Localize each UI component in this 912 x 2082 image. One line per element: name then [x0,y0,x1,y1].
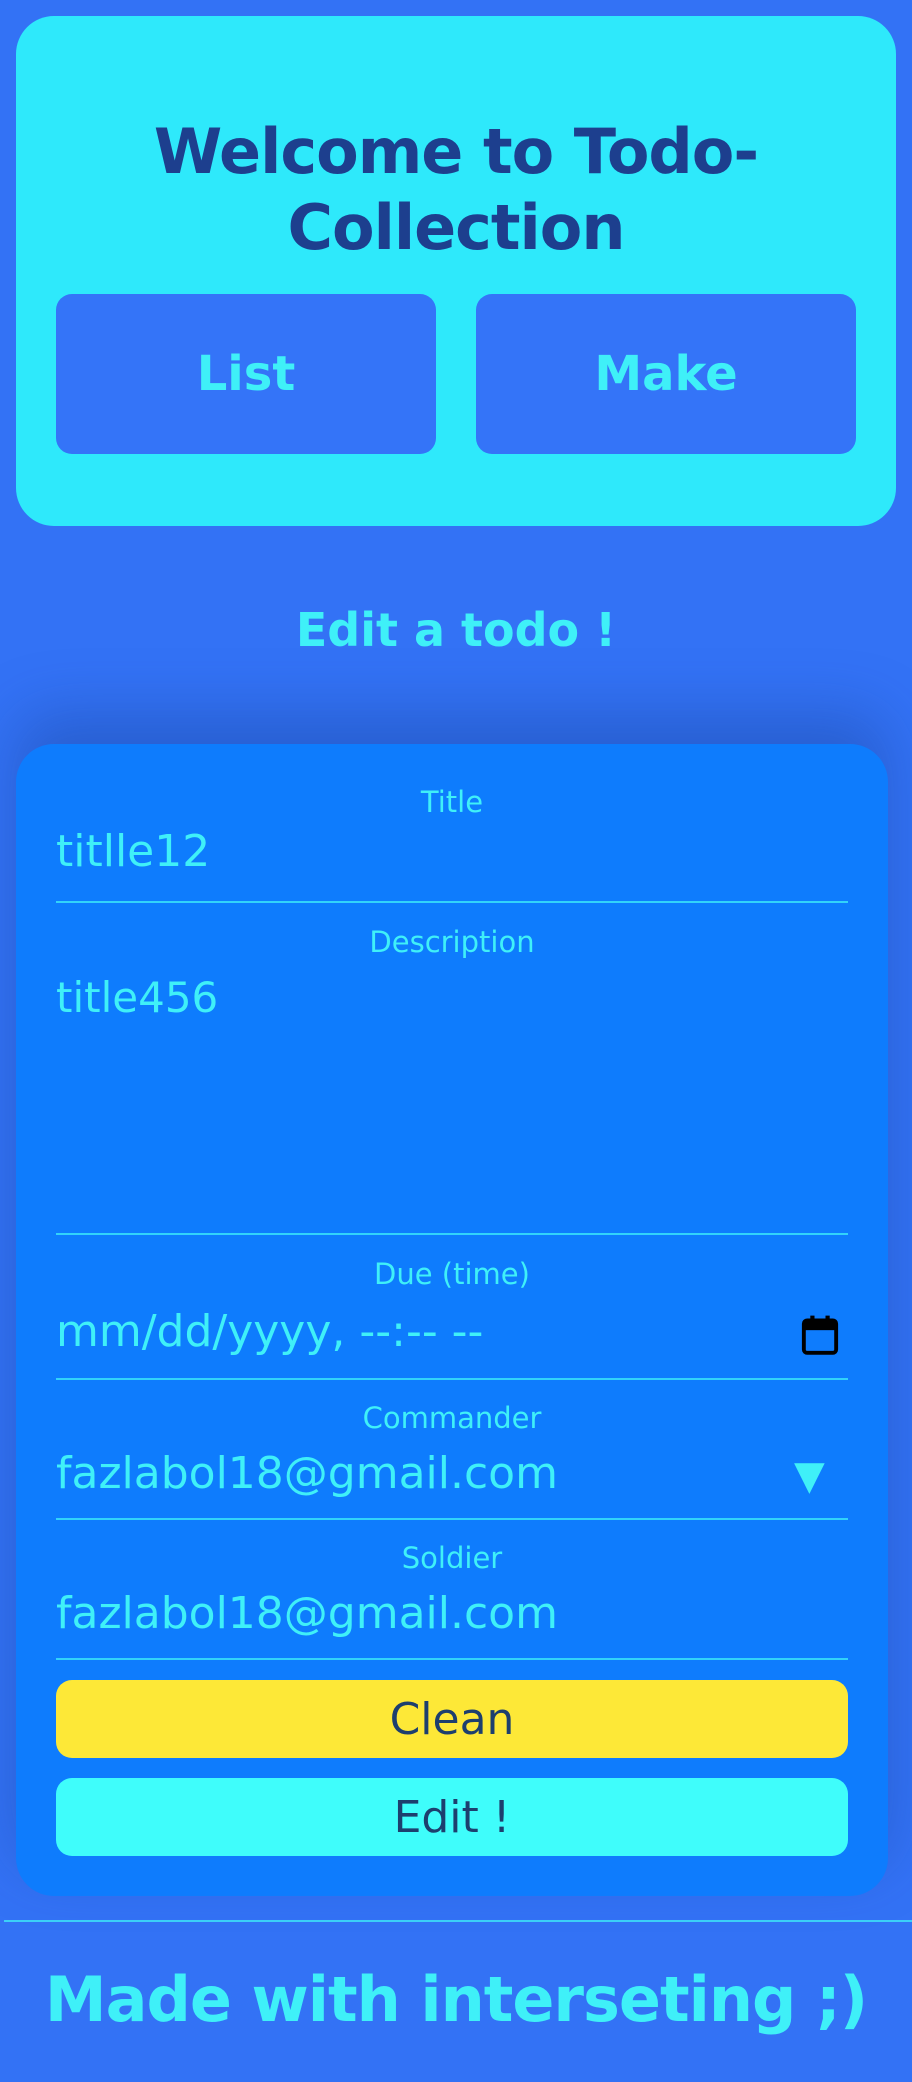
soldier-label: Soldier [401,1541,503,1575]
commander-label: Commander [362,1401,542,1435]
due-datetime-input[interactable]: mm/dd/yyyy, --:-- -- [56,1304,848,1360]
section-title: Edit a todo ! [295,603,617,657]
list-button[interactable]: List [56,294,436,454]
title-label: Title [420,785,484,819]
title-line-1: Welcome to Todo- [153,115,759,188]
due-label: Due (time) [374,1257,530,1291]
title-line-2: Collection [287,191,625,264]
description-underline [56,1233,848,1235]
description-label: Description [369,925,535,959]
commander-underline [56,1518,848,1520]
header-card: Welcome to Todo- Collection List Make [16,16,896,526]
soldier-underline [56,1658,848,1660]
description-textarea[interactable]: title456 [56,970,848,1220]
footer-text: Made with interseting ;) [44,1963,868,2036]
title-input[interactable]: titlle12 [56,824,848,880]
edit-button[interactable]: Edit ! [56,1778,848,1856]
footer-divider [4,1920,912,1922]
due-underline [56,1378,848,1380]
make-button[interactable]: Make [476,294,856,454]
page-title: Welcome to Todo- Collection [16,114,896,266]
clean-button[interactable]: Clean [56,1680,848,1758]
commander-select[interactable]: fazlabol18@gmail.com [56,1446,848,1502]
calendar-icon[interactable] [800,1314,840,1356]
edit-todo-form: Title titlle12 Description title456 Due … [16,744,888,1896]
caret-down-icon[interactable]: ▼ [794,1448,825,1504]
title-underline [56,901,848,903]
soldier-input[interactable]: fazlabol18@gmail.com [56,1586,848,1642]
